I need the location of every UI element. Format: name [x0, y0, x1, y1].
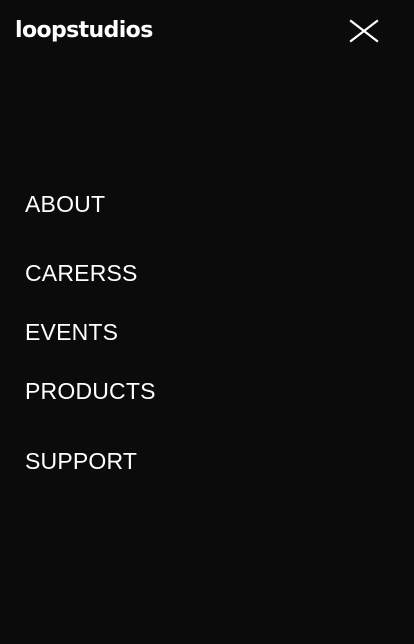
- mobile-nav-menu: ABOUT CARERSS EVENTS PRODUCTS SUPPORT: [25, 0, 385, 644]
- nav-item-careers[interactable]: CARERSS: [25, 259, 138, 287]
- nav-item-products[interactable]: PRODUCTS: [25, 377, 156, 405]
- nav-item-about[interactable]: ABOUT: [25, 190, 105, 218]
- nav-item-events[interactable]: EVENTS: [25, 318, 118, 346]
- nav-item-support[interactable]: SUPPORT: [25, 447, 137, 475]
